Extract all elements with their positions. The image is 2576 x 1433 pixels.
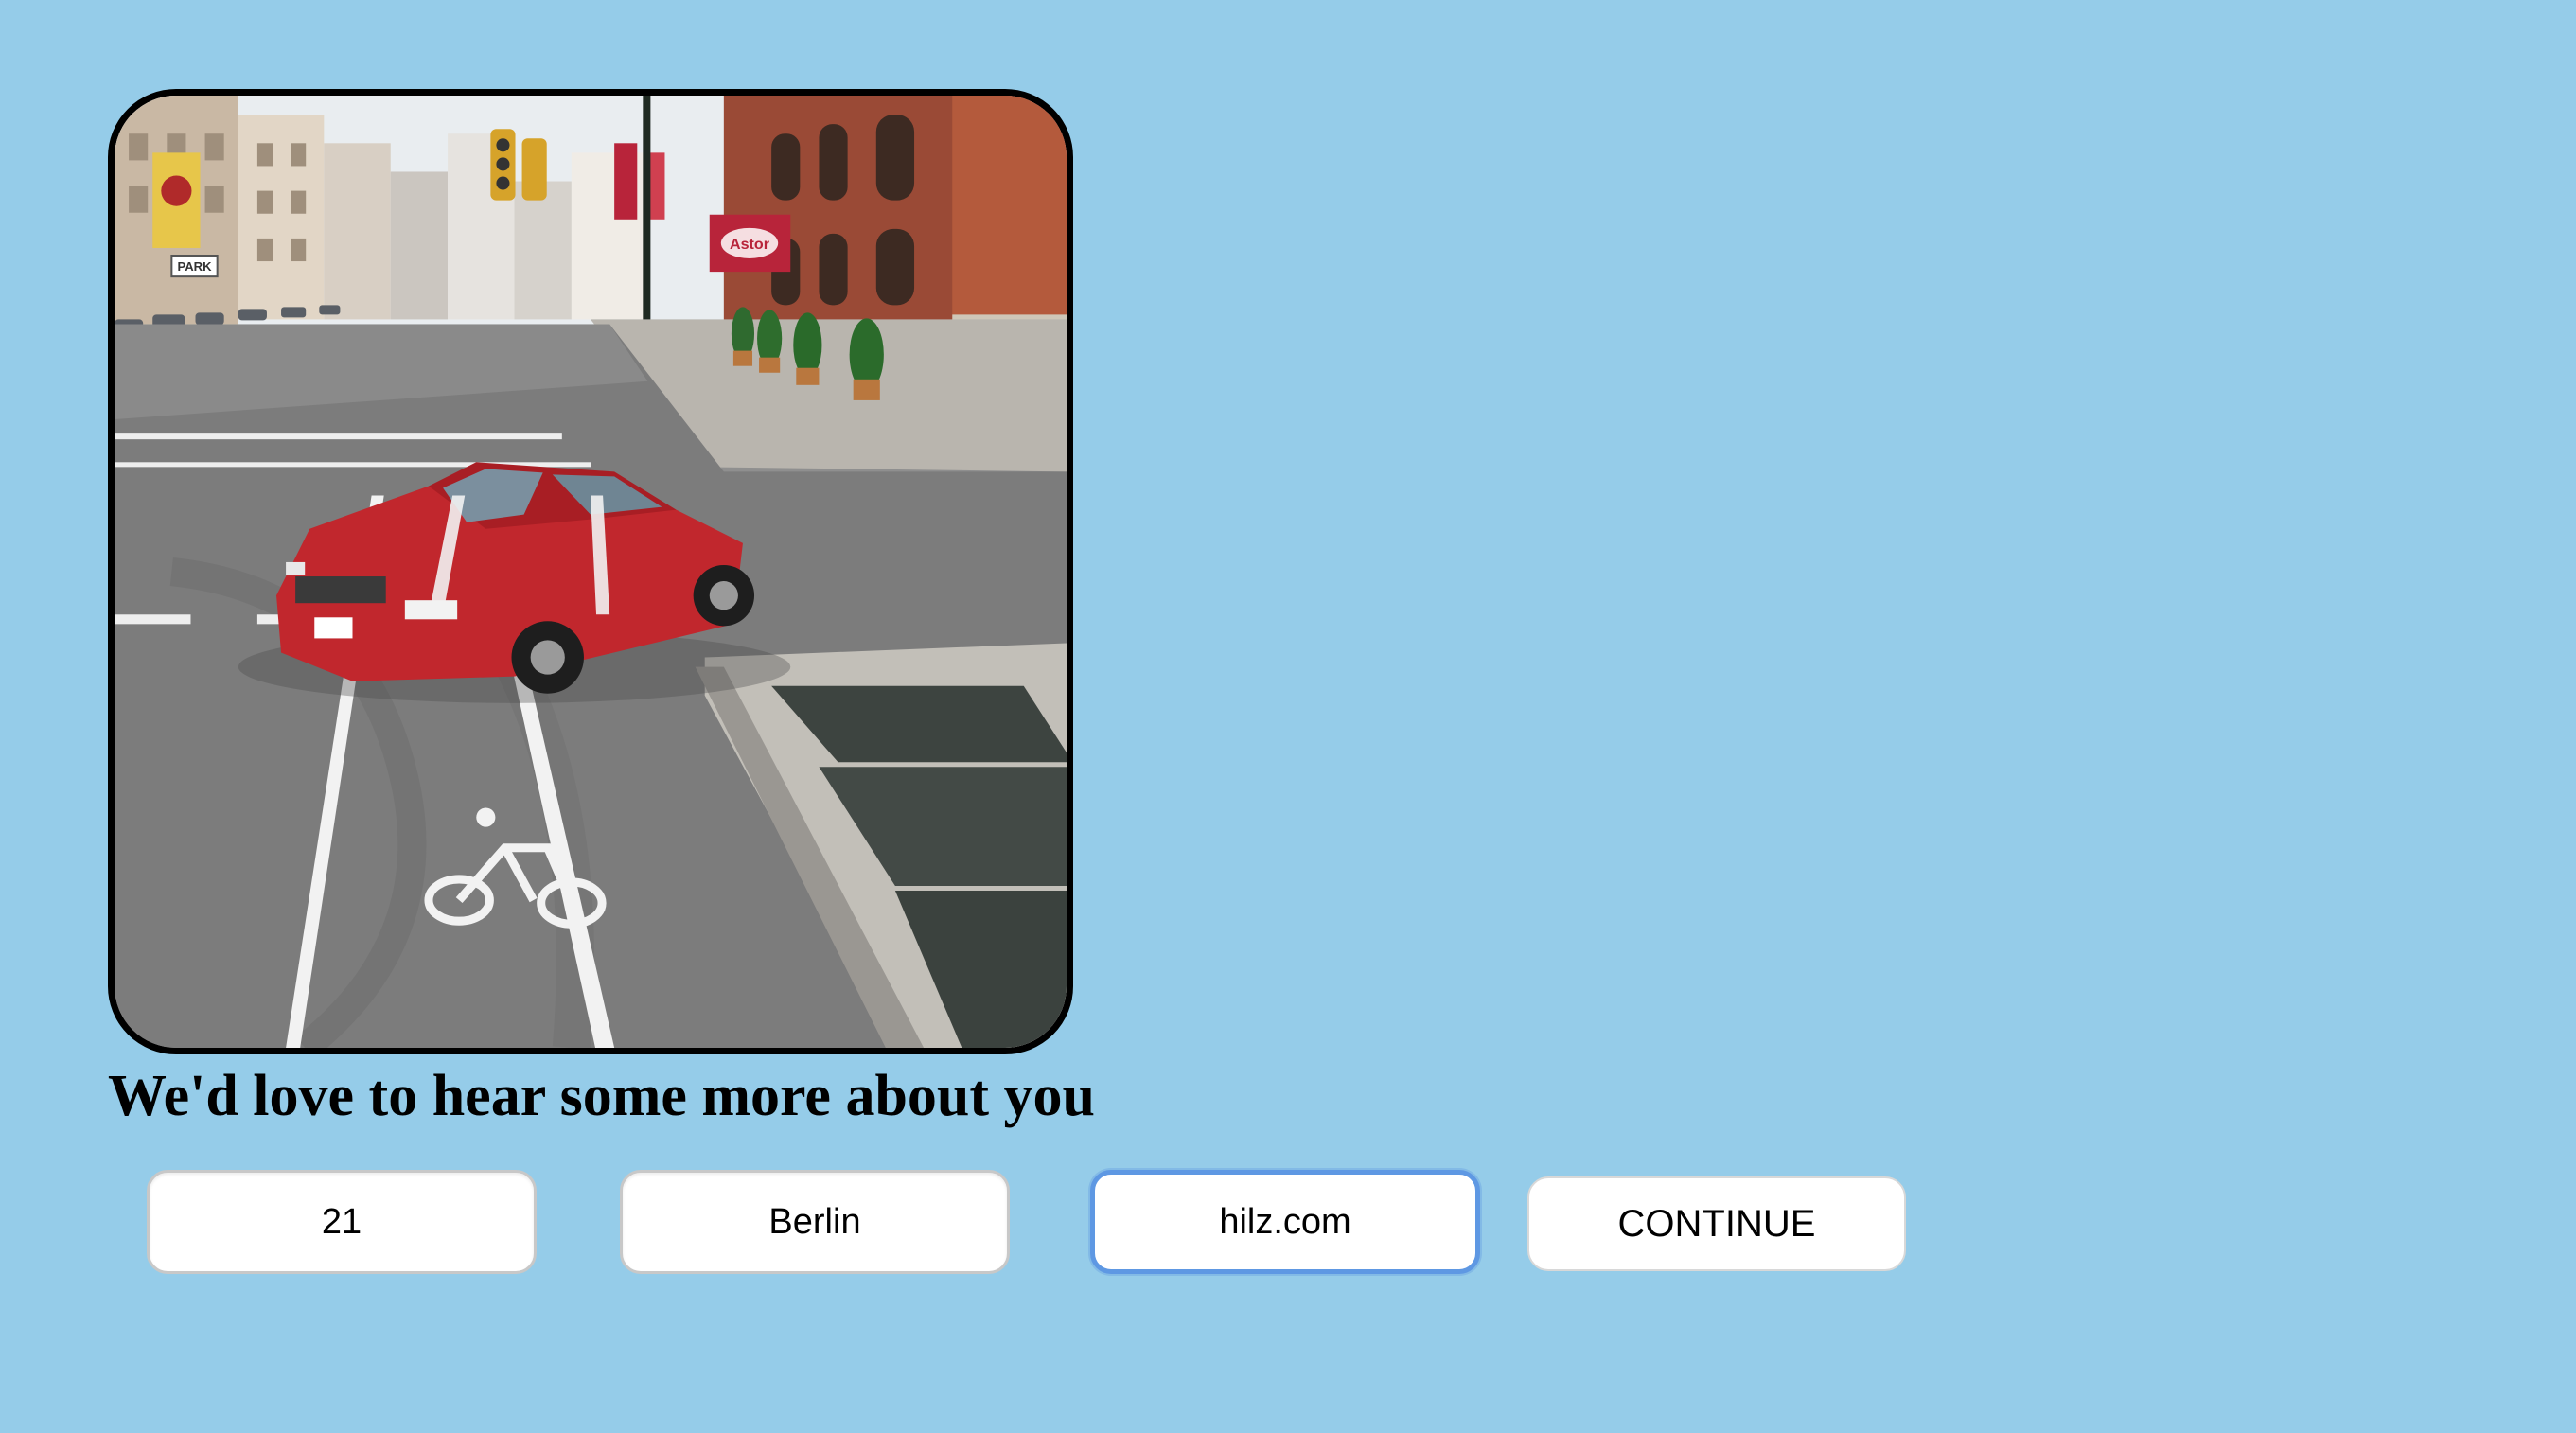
continue-button[interactable]: CONTINUE	[1527, 1176, 1906, 1271]
page-heading: We'd love to hear some more about you	[108, 1064, 1096, 1128]
astor-sign-text: Astor	[730, 236, 770, 253]
city-input[interactable]	[620, 1170, 1010, 1274]
age-input[interactable]	[147, 1170, 537, 1274]
website-input[interactable]	[1090, 1170, 1480, 1274]
street-scene-image: PARK Astor	[115, 96, 1067, 1048]
street-photo: PARK Astor	[108, 89, 1073, 1054]
parking-sign-text: PARK	[177, 259, 212, 274]
